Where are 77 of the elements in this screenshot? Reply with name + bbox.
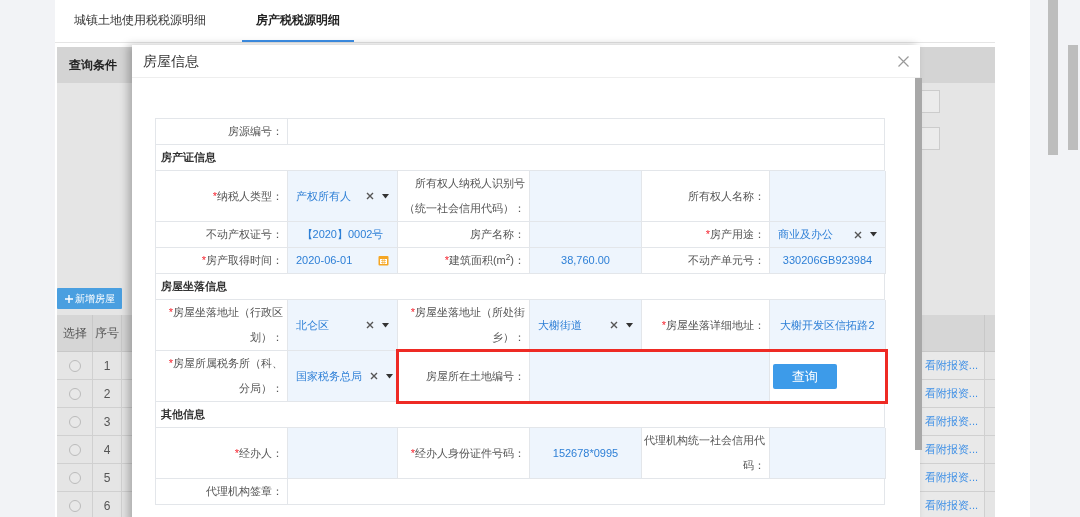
field-label: *纳税人类型： (212, 188, 283, 204)
calendar-icon[interactable] (378, 255, 389, 266)
input-field[interactable] (770, 171, 886, 222)
table-cell-text: 5 (103, 469, 111, 487)
input-field[interactable] (288, 479, 885, 505)
field-label: *建筑面积(m$^{2}$)： (444, 251, 525, 268)
caret-icon[interactable] (626, 322, 633, 328)
field-label: *经办人： (234, 445, 283, 461)
clear-icon[interactable] (366, 192, 374, 200)
field-label: *房屋坐落地址（行政区划）： (167, 305, 283, 345)
field-label: 不动产权证号： (206, 227, 283, 242)
field-label: 房源编号： (228, 124, 283, 139)
field-label: *房产取得时间： (201, 253, 283, 268)
table-cell-text: 2 (103, 385, 111, 403)
field-label: 代理机构统一社会信用代码： (644, 433, 765, 473)
input-field[interactable]: 330206GB923984 (770, 248, 886, 274)
field-label: 所有权人纳税人识别号（统一社会信用代码）： (403, 176, 525, 216)
field-label: *房屋所属税务所（科、分局）： (167, 356, 283, 396)
input-field[interactable]: 【2020】0002号 (288, 222, 398, 248)
input-field[interactable] (288, 119, 885, 145)
section-heading: 房屋坐落信息 (161, 279, 227, 295)
field-label: 所有权人名称： (688, 188, 765, 204)
radio-button[interactable] (68, 443, 81, 456)
radio-button[interactable] (68, 415, 81, 428)
caret-icon[interactable] (382, 193, 389, 199)
date-field[interactable]: 2020-06-01 (288, 248, 398, 274)
scrollbar[interactable] (915, 78, 922, 450)
table-cell-text: 6 (103, 497, 111, 515)
field-label: *房产用途： (705, 227, 765, 242)
tab[interactable]: 房产税税源明细 (242, 0, 354, 42)
radio-button[interactable] (68, 499, 81, 512)
input-field[interactable] (288, 428, 398, 479)
table-cell-text: 1 (103, 357, 111, 375)
add-house-button[interactable]: 新增房屋 (57, 288, 122, 309)
query-button[interactable]: 查询 (773, 363, 837, 389)
radio-button[interactable] (68, 471, 81, 484)
radio-button[interactable] (68, 359, 81, 372)
field-label: 房产名称： (470, 227, 525, 242)
table-cell-text: 3 (103, 413, 111, 431)
caret-icon[interactable] (386, 373, 393, 379)
table-cell-text: 4 (103, 441, 111, 459)
panel-title: 查询条件 (69, 57, 117, 74)
clear-icon[interactable] (370, 372, 378, 380)
field-label: *经办人身份证件号码： (410, 445, 525, 461)
tab[interactable]: 城镇土地使用税税源明细 (60, 0, 220, 42)
input-field[interactable]: 152678*0995 (530, 428, 642, 479)
scrollbar[interactable] (1068, 45, 1078, 150)
input-field[interactable] (530, 222, 642, 248)
section-heading: 其他信息 (161, 407, 205, 423)
clear-icon[interactable] (610, 321, 618, 329)
radio-button[interactable] (68, 387, 81, 400)
section-heading: 房产证信息 (161, 150, 216, 166)
column-header: 序号 (95, 325, 119, 342)
clear-icon[interactable] (854, 230, 862, 239)
select-field[interactable]: 商业及办公 (770, 222, 886, 248)
caret-icon[interactable] (870, 232, 877, 237)
input-field[interactable] (530, 351, 770, 402)
close-icon[interactable] (898, 55, 909, 67)
select-field[interactable]: 产权所有人 (288, 171, 398, 222)
plus-icon (64, 294, 73, 303)
field-label: 代理机构签章： (206, 484, 283, 499)
field-label: 房屋所在土地编号： (426, 368, 525, 384)
dialog-title: 房屋信息 (143, 51, 199, 71)
column-header: 选择 (62, 325, 87, 342)
select-field[interactable]: 大榭街道 (530, 300, 642, 351)
input-field[interactable] (530, 171, 642, 222)
caret-icon[interactable] (382, 322, 389, 328)
input-field[interactable]: 38,760.00 (530, 248, 642, 274)
select-field[interactable]: 北仑区 (288, 300, 398, 351)
scrollbar[interactable] (1048, 0, 1058, 155)
field-label: *房屋坐落详细地址： (661, 317, 765, 333)
input-field[interactable]: 大榭开发区信拓路2 (770, 300, 886, 351)
field-label: *房屋坐落地址（所处街乡）： (409, 305, 525, 345)
clear-icon[interactable] (366, 321, 374, 329)
input-field[interactable] (770, 428, 886, 479)
field-label: 不动产单元号： (688, 253, 765, 268)
select-field[interactable]: 国家税务总局 (288, 351, 398, 402)
